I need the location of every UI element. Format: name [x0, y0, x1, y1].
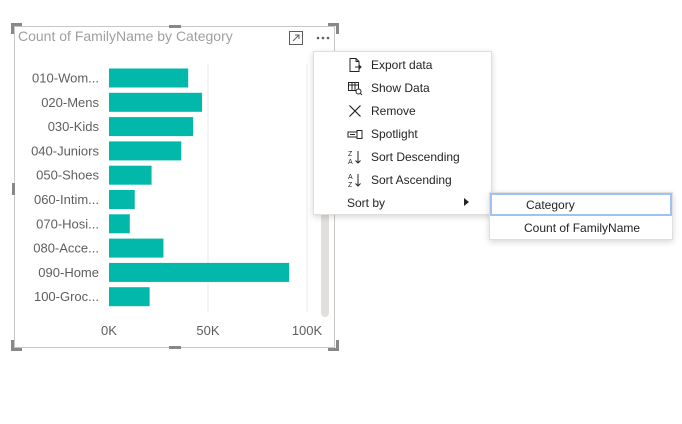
menu-item-label: Sort Descending [371, 149, 460, 164]
menu-item-label: Show Data [371, 80, 430, 95]
category-label: 010-Wom... [32, 71, 99, 86]
menu-item-remove[interactable]: Remove [314, 99, 491, 122]
menu-item-spotlight[interactable]: Spotlight [314, 122, 491, 145]
submenu-item-label: Count of FamilyName [524, 220, 641, 235]
category-label: 050-Shoes [36, 168, 99, 183]
category-label: 100-Groc... [34, 289, 99, 304]
x-tick-label: 0K [101, 323, 117, 338]
menu-item-label: Sort by [347, 195, 386, 210]
menu-item-sort-ascending[interactable]: A Z Sort Ascending [314, 168, 491, 191]
bar[interactable] [109, 214, 130, 234]
category-label: 070-Hosi... [36, 216, 99, 231]
menu-item-sort-by[interactable]: Sort by [314, 191, 491, 214]
bar[interactable] [109, 190, 135, 209]
chevron-right-icon [464, 198, 469, 206]
bar[interactable] [109, 117, 194, 137]
menu-item-show-data[interactable]: Show Data [314, 76, 491, 99]
bar[interactable] [109, 165, 152, 185]
menu-item-export-data[interactable]: Export data [314, 53, 491, 76]
category-label: 040-Juniors [31, 143, 99, 158]
show-data-icon [348, 81, 363, 95]
sort-by-submenu: Category Count of FamilyName [489, 192, 673, 240]
sort-ascending-icon: A Z [348, 173, 361, 188]
submenu-item-label: Category [526, 197, 575, 212]
bar[interactable] [109, 262, 290, 282]
svg-text:Z: Z [348, 151, 353, 158]
x-tick-label: 100K [292, 323, 323, 338]
svg-text:A: A [348, 159, 353, 165]
submenu-item-category[interactable]: Category [490, 193, 672, 216]
menu-item-label: Export data [371, 57, 433, 72]
bar[interactable] [109, 287, 150, 307]
export-data-icon [349, 57, 362, 72]
spotlight-icon [347, 129, 363, 139]
sort-descending-icon: Z A [348, 150, 361, 165]
category-label: 030-Kids [48, 119, 100, 134]
menu-item-label: Sort Ascending [371, 172, 452, 187]
category-label: 090-Home [38, 265, 99, 280]
menu-item-label: Spotlight [371, 126, 418, 141]
category-label: 080-Acce... [33, 241, 99, 256]
remove-icon [349, 104, 361, 117]
bar[interactable] [109, 68, 189, 88]
category-label: 020-Mens [41, 95, 99, 110]
menu-item-sort-descending[interactable]: Z A Sort Descending [314, 145, 491, 168]
submenu-item-count-of-familyname[interactable]: Count of FamilyName [490, 216, 672, 239]
x-tick-label: 50K [196, 323, 219, 338]
category-label: 060-Intim... [34, 192, 99, 207]
bar[interactable] [109, 92, 203, 112]
svg-text:Z: Z [348, 182, 353, 188]
context-menu: Export data Show Data Remove Spotlight Z… [313, 51, 492, 215]
bar[interactable] [109, 141, 182, 161]
menu-item-label: Remove [371, 103, 416, 118]
svg-text:A: A [348, 174, 353, 181]
bar[interactable] [109, 238, 164, 258]
